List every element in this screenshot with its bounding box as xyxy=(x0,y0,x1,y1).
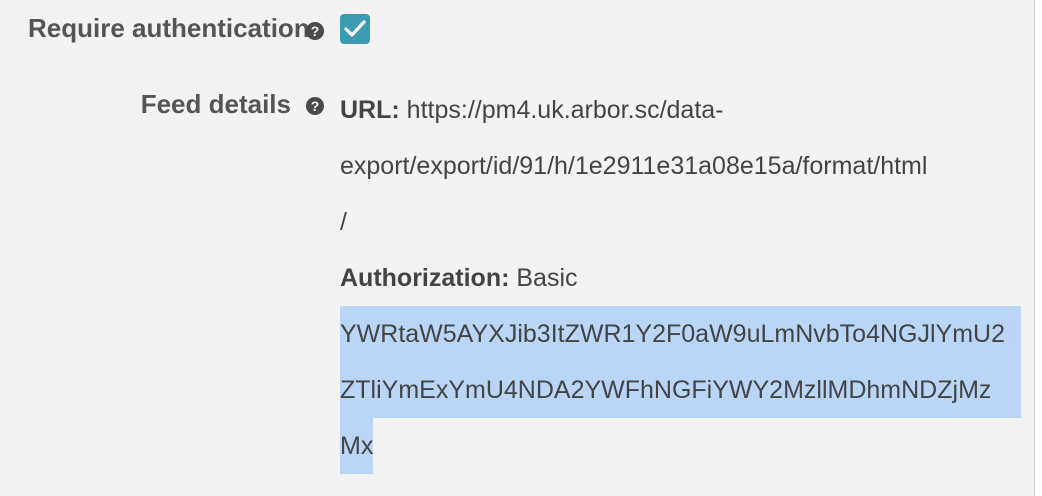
authorization-line: Authorization: Basic xyxy=(340,250,1030,306)
url-key: URL: xyxy=(340,96,400,124)
authorization-scheme: Basic xyxy=(516,264,578,292)
auth-token-line-3: Mx xyxy=(340,418,1030,474)
question-circle-icon[interactable]: ? xyxy=(306,97,324,115)
feed-details-value: URL: https://pm4.uk.arbor.sc/data- expor… xyxy=(340,82,1030,474)
authorization-key: Authorization: xyxy=(340,264,510,292)
auth-token-selected-part-1[interactable]: YWRtaW5AYXJib3ItZWR1Y2F0aW9uLmNvbTo4NGJl… xyxy=(340,306,1021,362)
require-authentication-checkbox[interactable] xyxy=(340,14,370,44)
url-text-part-1: https://pm4.uk.arbor.sc/data- xyxy=(406,96,724,124)
question-circle-icon[interactable]: ? xyxy=(306,22,324,40)
require-authentication-label: Require authentication xyxy=(28,13,310,43)
feed-details-label: Feed details xyxy=(140,89,291,119)
auth-token-selected-part-3[interactable]: Mx xyxy=(340,418,374,474)
settings-panel: Require authentication ? Feed details ? … xyxy=(0,0,1034,496)
auth-token-selected-part-2[interactable]: ZTliYmExYmU4NDA2YWFhNGFiYWY2MzllMDhmNDZj… xyxy=(340,362,1021,418)
url-line-1: URL: https://pm4.uk.arbor.sc/data- xyxy=(340,82,1030,138)
auth-token-line-1: YWRtaW5AYXJib3ItZWR1Y2F0aW9uLmNvbTo4NGJl… xyxy=(340,306,1030,362)
url-text-part-2: export/export/id/91/h/1e2911e31a08e15a/f… xyxy=(340,152,928,180)
auth-token-line-2: ZTliYmExYmU4NDA2YWFhNGFiYWY2MzllMDhmNDZj… xyxy=(340,362,1030,418)
url-text-part-3: / xyxy=(340,208,347,236)
url-line-2: export/export/id/91/h/1e2911e31a08e15a/f… xyxy=(340,138,1030,194)
check-icon xyxy=(344,20,366,37)
url-line-3: / xyxy=(340,194,1030,250)
right-gutter xyxy=(1035,0,1042,496)
